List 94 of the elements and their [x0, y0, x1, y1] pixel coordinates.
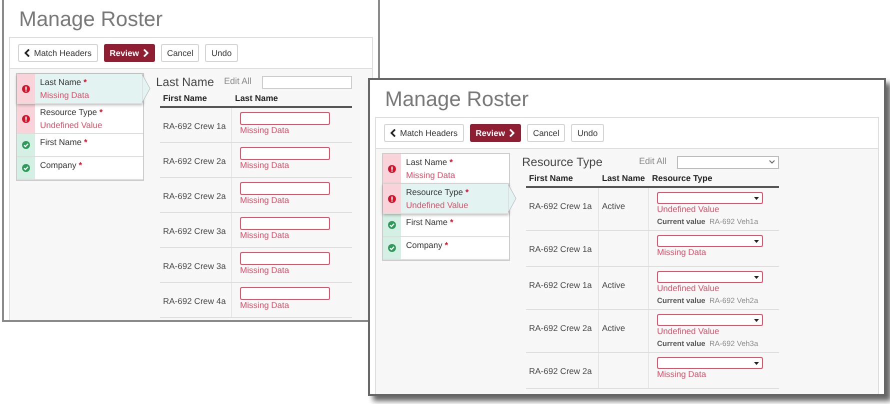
chevron-right-icon [508, 129, 515, 137]
error-message: Undefined Value [657, 326, 720, 337]
field-label: First Name * [406, 217, 454, 227]
table-cell: RA-692 Crew 2a [529, 323, 592, 333]
select-field[interactable] [657, 271, 763, 283]
error-message: Missing Data [240, 230, 290, 241]
back-button[interactable]: Match Headers [18, 44, 98, 62]
field-label: Company * [406, 240, 448, 250]
input-field[interactable] [240, 182, 330, 195]
edit-all-label: Edit All [224, 75, 252, 88]
column-header: First Name [528, 172, 574, 186]
field-item[interactable]: First Name * [383, 214, 509, 237]
error-message: Missing Data [657, 369, 708, 380]
page-title: Manage Roster [385, 87, 529, 114]
table-cell: RA-692 Crew 4a [163, 296, 226, 306]
column-header: First Name [162, 92, 208, 106]
back-button[interactable]: Match Headers [384, 124, 464, 142]
table-cell: RA-692 Crew 1a [529, 201, 592, 211]
select-field[interactable] [657, 357, 763, 369]
dropdown-icon [754, 276, 759, 278]
toolbar-button[interactable]: Cancel [526, 124, 566, 142]
input-field[interactable] [240, 217, 330, 230]
edit-all-field[interactable] [262, 76, 352, 88]
field-item[interactable]: Company * [17, 157, 143, 180]
field-item[interactable]: First Name * [17, 134, 143, 157]
error-message: Missing Data [240, 300, 290, 311]
error-icon [22, 114, 30, 122]
field-item[interactable]: Last Name * Missing Data [383, 154, 509, 184]
table-cell: Active [602, 201, 626, 211]
chevron-left-icon [24, 49, 30, 57]
dropdown-icon [754, 318, 759, 322]
error-message: Undefined Value [657, 204, 720, 215]
field-error: Missing Data [406, 170, 456, 180]
column-header: Resource Type [651, 172, 714, 186]
toolbar-button[interactable]: Cancel [160, 44, 200, 62]
field-item[interactable]: Company * [383, 237, 509, 260]
input-field[interactable] [240, 287, 330, 300]
review-button[interactable]: Review [104, 44, 155, 62]
field-item[interactable]: Resource Type * Undefined Value [17, 104, 143, 134]
column-header: Last Name [601, 172, 646, 186]
column-header: Last Name [234, 92, 279, 106]
check-icon [388, 221, 396, 229]
table-cell: Active [602, 323, 626, 333]
field-label: Resource Type * [40, 107, 103, 117]
input-field[interactable] [240, 112, 330, 125]
input-field[interactable] [240, 147, 330, 160]
page-title: Manage Roster [19, 7, 163, 34]
chevron-down-icon [768, 160, 775, 164]
field-error: Missing Data [40, 90, 90, 100]
dropdown-icon [754, 196, 759, 200]
table-cell: RA-692 Crew 3a [163, 226, 226, 236]
error-message: Undefined Value [657, 283, 720, 294]
table-cell: RA-692 Crew 1a [529, 280, 592, 290]
table-cell: RA-692 Crew 2a [163, 191, 226, 201]
error-icon [388, 194, 396, 202]
error-icon [388, 164, 396, 172]
select-field[interactable] [657, 235, 763, 247]
panel-heading: Resource Type [522, 154, 604, 171]
field-error: Undefined Value [406, 200, 469, 210]
dropdown-icon [754, 362, 759, 364]
table-cell: RA-692 Crew 1a [529, 244, 592, 254]
field-label: Resource Type * [406, 187, 469, 197]
check-icon [22, 141, 30, 149]
field-label: Company * [40, 160, 82, 170]
select-field[interactable] [657, 314, 763, 326]
table-cell: RA-692 Crew 2a [163, 156, 226, 166]
error-message: Missing Data [240, 265, 290, 276]
toolbar-button[interactable]: Undo [571, 124, 604, 142]
error-message: Missing Data [240, 125, 290, 136]
edit-all-label: Edit All [639, 155, 667, 168]
field-label: First Name * [40, 137, 88, 147]
field-error: Undefined Value [40, 120, 103, 130]
dropdown-icon [754, 240, 759, 242]
error-message: Missing Data [240, 160, 290, 171]
panel-heading: Last Name [156, 74, 214, 91]
error-icon [22, 84, 30, 92]
check-icon [22, 164, 30, 172]
field-label: Last Name * [406, 157, 454, 167]
select-field[interactable] [657, 192, 763, 204]
pointer-icon [142, 74, 151, 103]
table-cell: RA-692 Crew 2a [529, 366, 592, 376]
field-label: Last Name * [40, 77, 88, 87]
chevron-left-icon [390, 129, 396, 137]
table-cell: Active [602, 280, 626, 290]
chevron-right-icon [142, 49, 149, 57]
input-field[interactable] [240, 252, 330, 265]
error-message: Missing Data [240, 195, 290, 206]
table-cell: RA-692 Crew 3a [163, 261, 226, 271]
review-button[interactable]: Review [470, 124, 521, 142]
pointer-icon [508, 184, 517, 213]
toolbar-button[interactable]: Undo [205, 44, 238, 62]
check-icon [388, 244, 396, 252]
table-cell: RA-692 Crew 1a [163, 121, 226, 131]
error-message: Missing Data [657, 247, 708, 258]
